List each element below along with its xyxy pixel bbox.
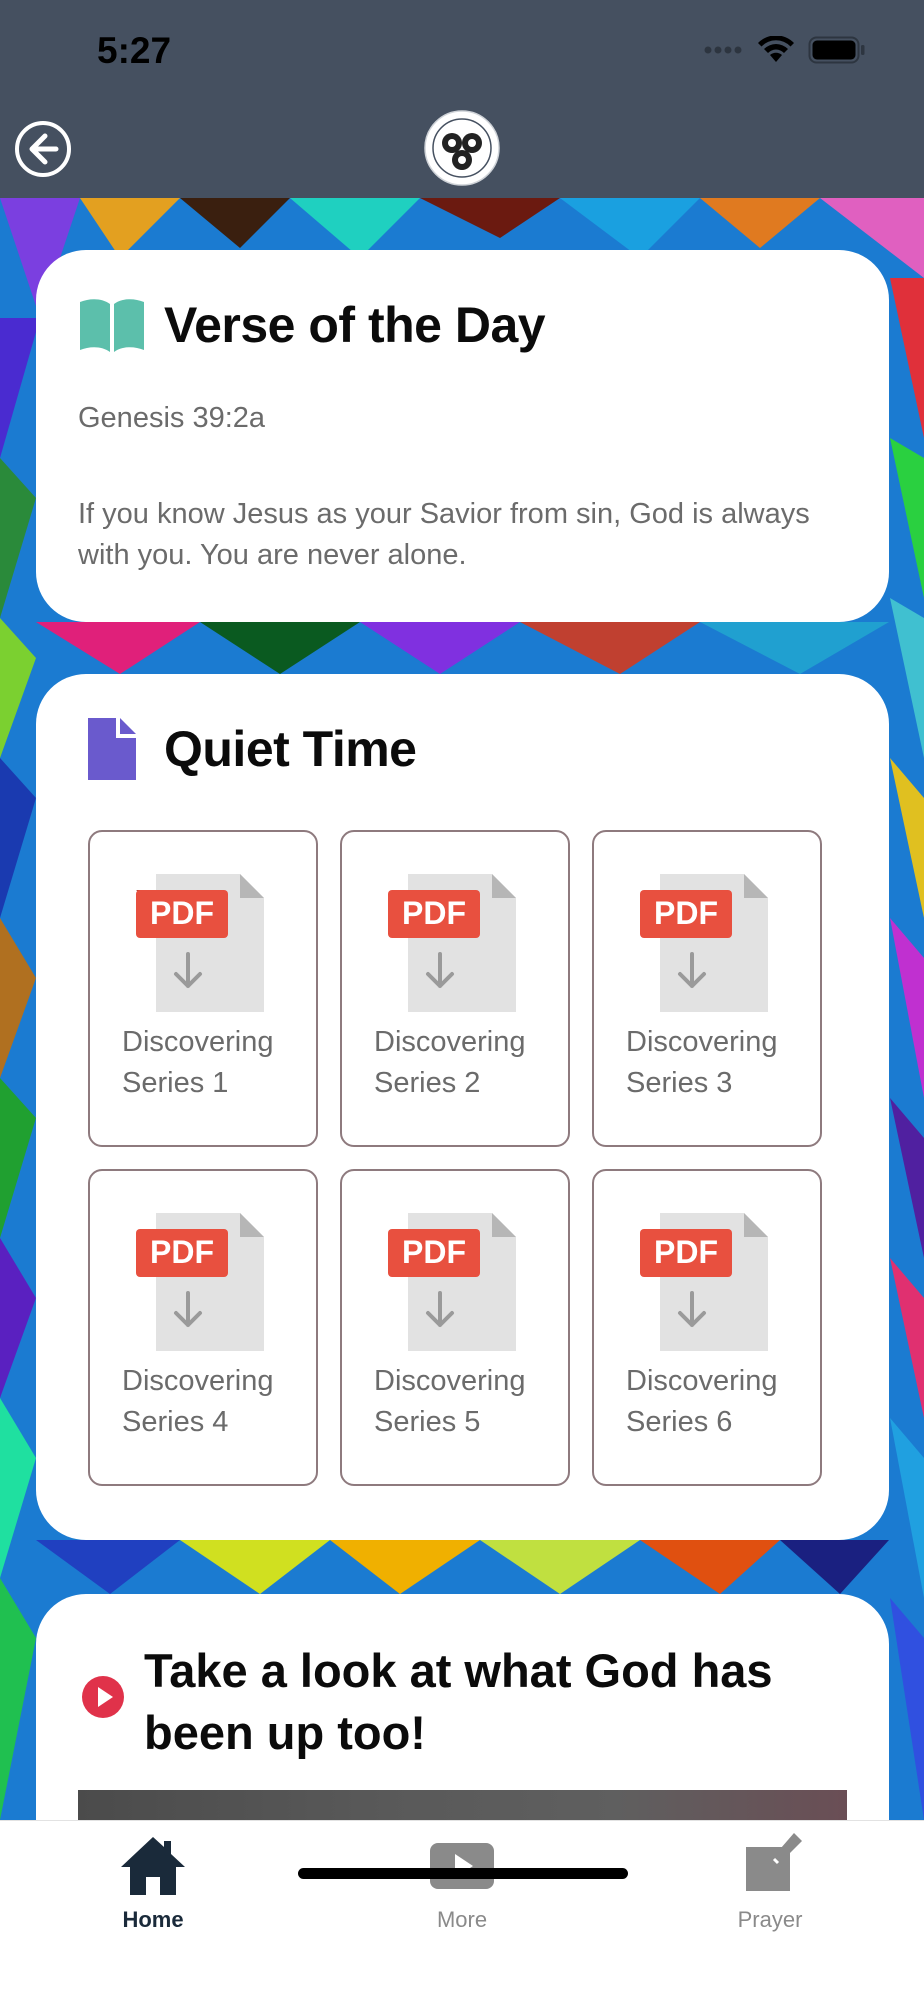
tab-prayer-label: Prayer bbox=[737, 1907, 803, 1932]
pdf-badge: PDF bbox=[150, 895, 214, 931]
nav-bar bbox=[0, 100, 924, 198]
pdf-label: Discovering Series 3 bbox=[626, 1022, 778, 1104]
quiet-time-card: Quiet Time PDF Discovering Series 1 PDF … bbox=[36, 674, 889, 1540]
pdf-label-line2: Series 5 bbox=[374, 1406, 481, 1438]
pdf-badge: PDF bbox=[654, 1234, 718, 1270]
pdf-label-line1: Discovering bbox=[374, 1026, 526, 1058]
back-arrow-icon[interactable] bbox=[14, 120, 72, 178]
tab-prayer[interactable]: Prayer bbox=[690, 1829, 850, 1933]
pdf-tile-series-4[interactable]: PDF Discovering Series 4 bbox=[88, 1169, 318, 1486]
pdf-label-line1: Discovering bbox=[374, 1365, 526, 1397]
pdf-label: Discovering Series 6 bbox=[626, 1361, 778, 1443]
pdf-label: Discovering Series 5 bbox=[374, 1361, 526, 1443]
tab-more-label: More bbox=[436, 1907, 488, 1932]
document-icon bbox=[88, 718, 136, 780]
pdf-label-line1: Discovering bbox=[626, 1365, 778, 1397]
verse-header: Verse of the Day bbox=[78, 296, 546, 354]
pdf-file-icon: PDF bbox=[388, 1213, 516, 1351]
pdf-label-line1: Discovering bbox=[626, 1026, 778, 1058]
pdf-grid: PDF Discovering Series 1 PDF Discovering… bbox=[88, 830, 824, 1486]
home-content[interactable]: Verse of the Day Genesis 39:2a If you kn… bbox=[0, 198, 924, 1820]
pdf-tile-series-3[interactable]: PDF Discovering Series 3 bbox=[592, 830, 822, 1147]
battery-icon bbox=[808, 36, 865, 64]
pdf-badge: PDF bbox=[654, 895, 718, 931]
quiet-time-header: Quiet Time bbox=[88, 718, 417, 780]
pdf-label-line2: Series 4 bbox=[122, 1406, 229, 1438]
pdf-tile-series-1[interactable]: PDF Discovering Series 1 bbox=[88, 830, 318, 1147]
signal-icon bbox=[704, 46, 742, 54]
status-icons bbox=[704, 36, 866, 64]
pdf-label-line2: Series 1 bbox=[122, 1067, 229, 1099]
open-book-icon bbox=[80, 299, 144, 352]
pdf-label: Discovering Series 4 bbox=[122, 1361, 274, 1443]
verse-title: Verse of the Day bbox=[164, 297, 546, 353]
pdf-label-line1: Discovering bbox=[122, 1365, 274, 1397]
tab-home-label: Home bbox=[122, 1907, 184, 1932]
pdf-file-icon: PDF bbox=[388, 874, 516, 1012]
pdf-badge: PDF bbox=[402, 895, 466, 931]
edit-pencil-icon bbox=[746, 1833, 802, 1891]
pdf-label: Discovering Series 2 bbox=[374, 1022, 526, 1104]
pdf-label-line1: Discovering bbox=[122, 1026, 274, 1058]
home-icon bbox=[121, 1837, 185, 1895]
wifi-icon bbox=[758, 36, 794, 62]
video-card: Take a look at what God has been up too! bbox=[36, 1594, 889, 1820]
church-seal-logo bbox=[424, 110, 500, 186]
pdf-label-line2: Series 6 bbox=[626, 1406, 733, 1438]
video-thumbnail[interactable] bbox=[78, 1790, 847, 1820]
pdf-badge: PDF bbox=[402, 1234, 466, 1270]
pdf-tile-series-6[interactable]: PDF Discovering Series 6 bbox=[592, 1169, 822, 1486]
status-time: 5:27 bbox=[97, 30, 172, 71]
status-bar: 5:27 bbox=[0, 0, 924, 100]
verse-text: If you know Jesus as your Savior from si… bbox=[78, 498, 810, 571]
quiet-time-title: Quiet Time bbox=[164, 721, 417, 777]
video-play-icon bbox=[430, 1843, 494, 1889]
pdf-tile-series-5[interactable]: PDF Discovering Series 5 bbox=[340, 1169, 570, 1486]
pdf-label-line2: Series 2 bbox=[374, 1067, 481, 1099]
pdf-tile-series-2[interactable]: PDF Discovering Series 2 bbox=[340, 830, 570, 1147]
pdf-badge: PDF bbox=[150, 1234, 214, 1270]
pdf-file-icon: PDF bbox=[640, 1213, 768, 1351]
verse-of-the-day-card: Verse of the Day Genesis 39:2a If you kn… bbox=[36, 250, 889, 622]
pdf-file-icon: PDF bbox=[136, 1213, 264, 1351]
tab-bar: Home More Prayer bbox=[0, 1820, 924, 2000]
tab-home[interactable]: Home bbox=[73, 1829, 233, 1933]
verse-reference: Genesis 39:2a bbox=[78, 402, 266, 434]
pdf-label: Discovering Series 1 bbox=[122, 1022, 274, 1104]
tab-more[interactable]: More bbox=[382, 1829, 542, 1933]
home-indicator bbox=[298, 1868, 628, 1879]
play-circle-icon[interactable] bbox=[82, 1676, 124, 1718]
pdf-label-line2: Series 3 bbox=[626, 1067, 733, 1099]
pdf-file-icon: PDF bbox=[136, 874, 264, 1012]
pdf-file-icon: PDF bbox=[640, 874, 768, 1012]
video-title: Take a look at what God has been up too! bbox=[144, 1644, 773, 1759]
